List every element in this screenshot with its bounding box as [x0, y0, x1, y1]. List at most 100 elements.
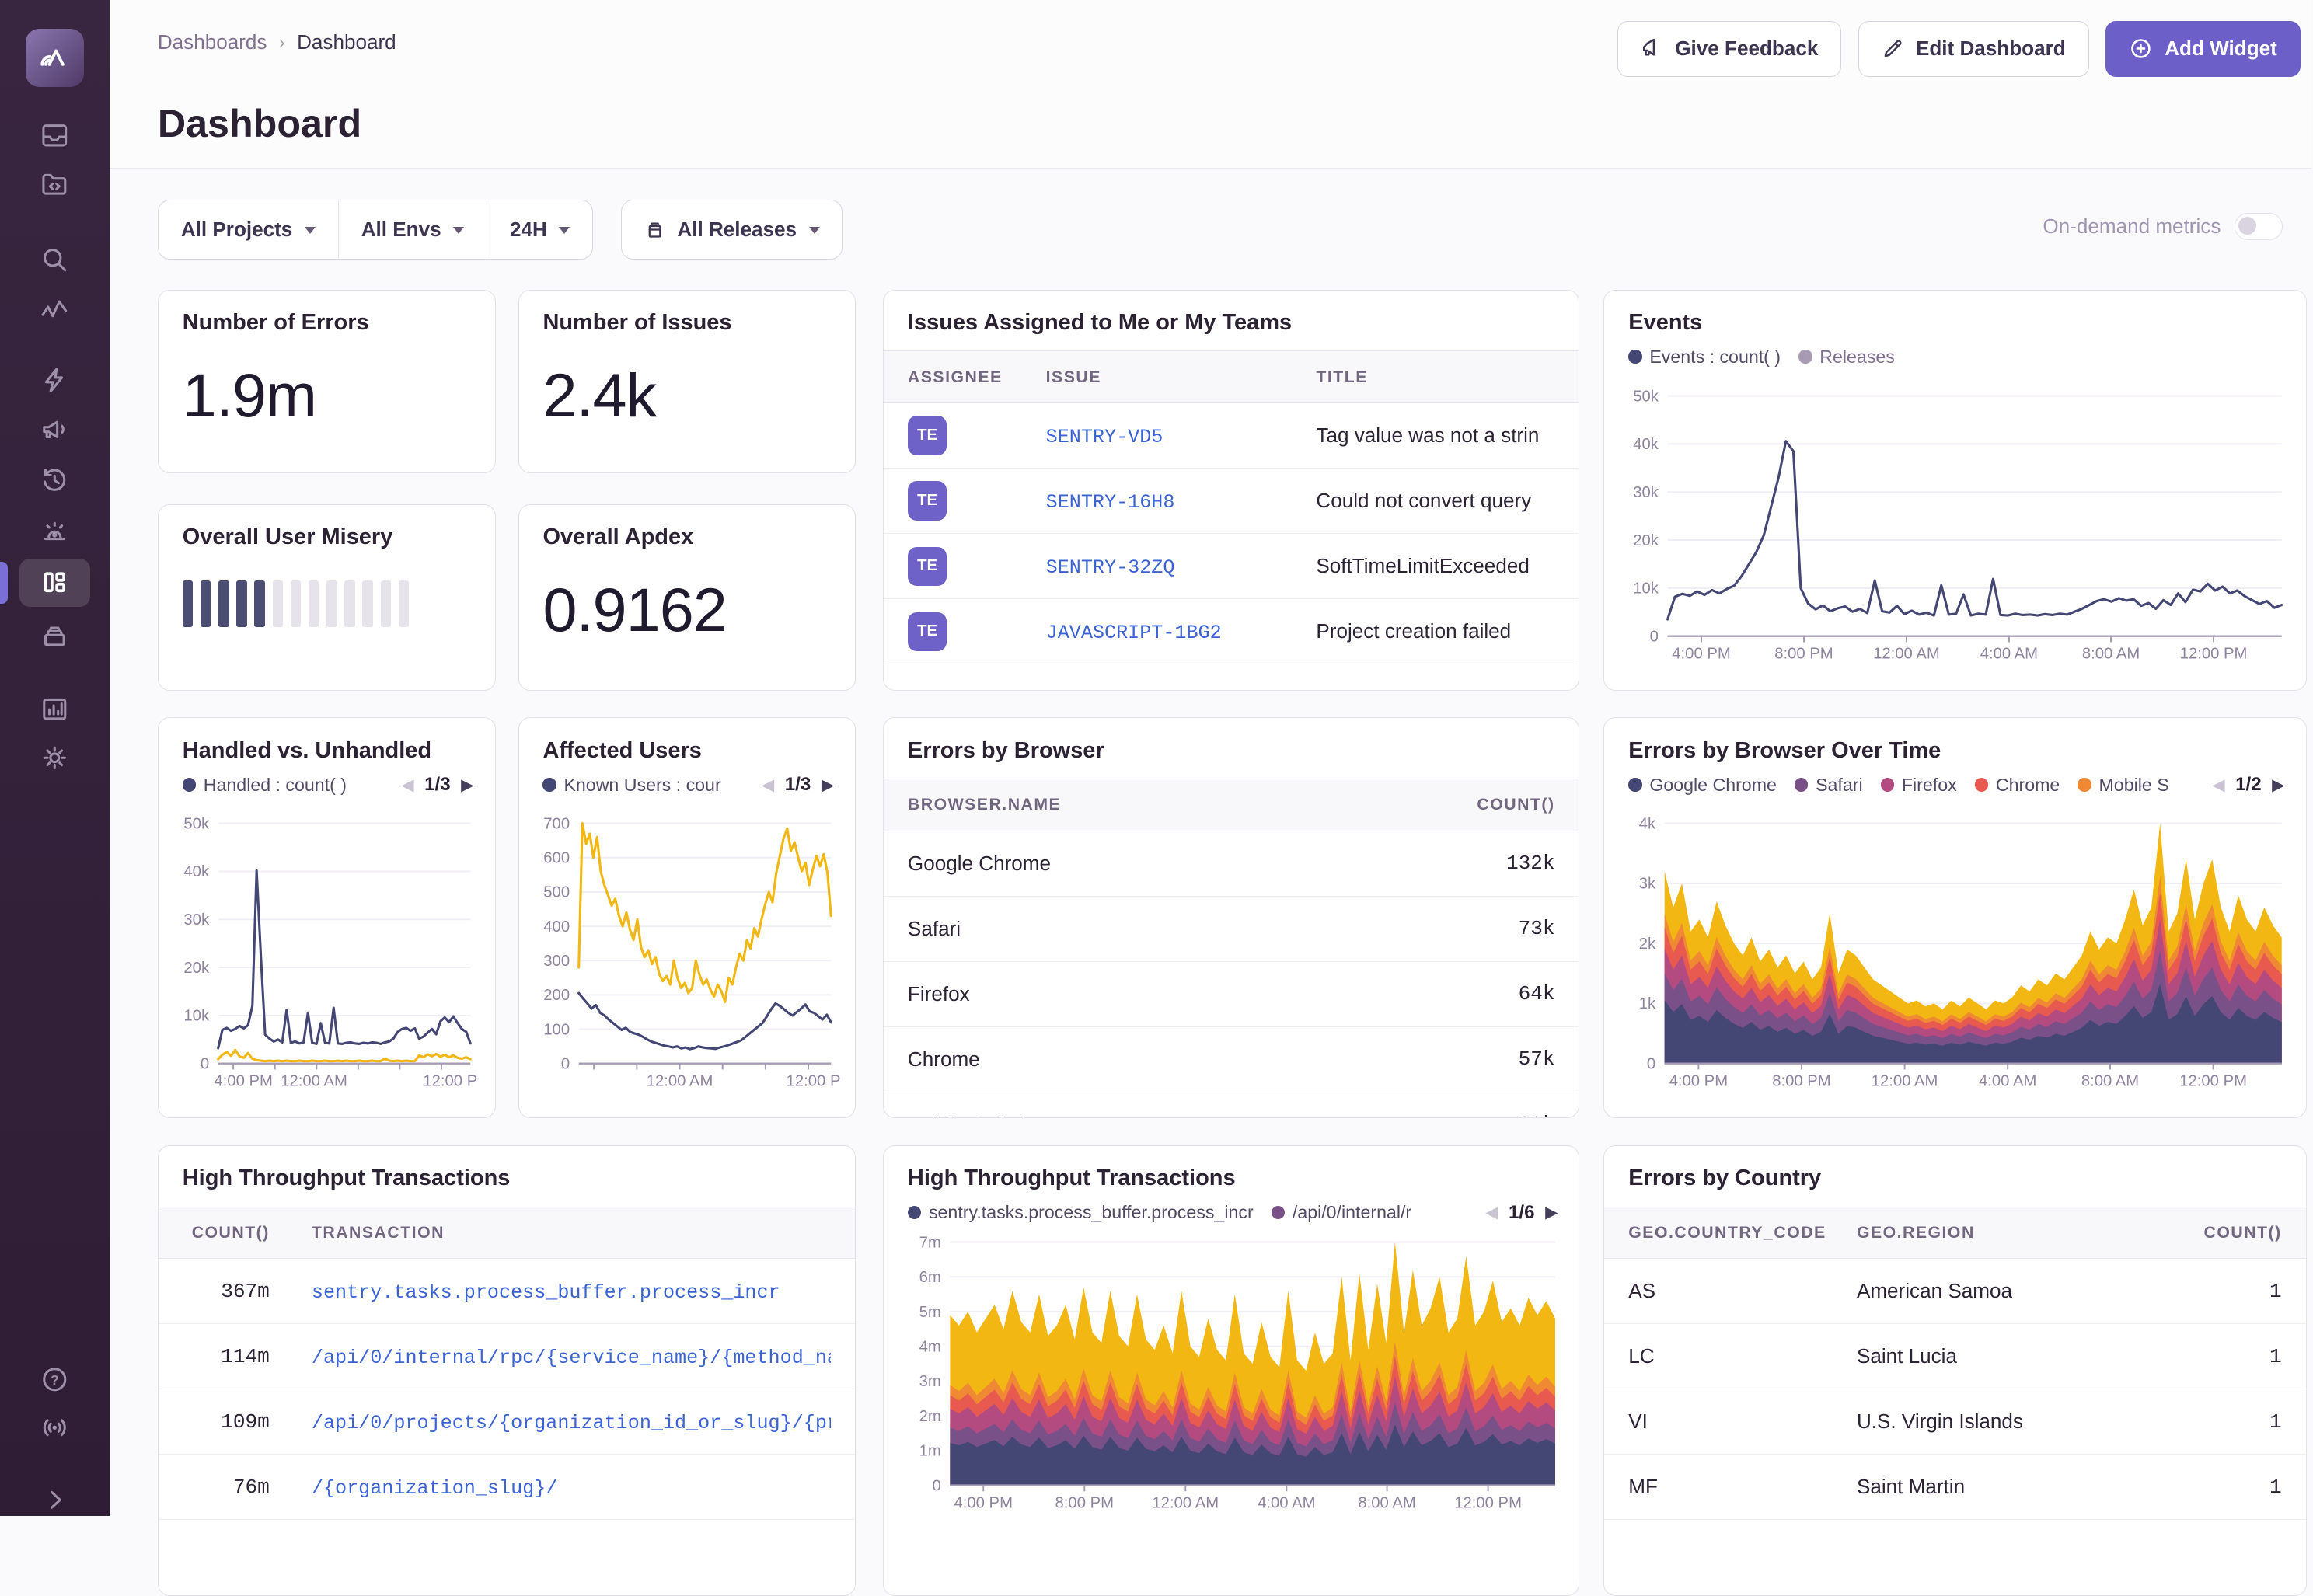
transaction-link[interactable]: /{organization_slug}/	[312, 1477, 557, 1500]
legend-mobile-safari[interactable]: Mobile S	[2078, 775, 2168, 796]
misery-score-bars	[159, 550, 495, 627]
project-filter[interactable]: All Projects	[159, 200, 338, 259]
col-title[interactable]: TITLE	[1316, 368, 1554, 387]
col-count[interactable]: COUNT()	[2192, 1223, 2282, 1242]
sidebar-item-quick-start[interactable]	[0, 354, 110, 406]
sidebar-item-help[interactable]: ?	[0, 1354, 110, 1406]
transaction-link[interactable]: /api/0/projects/{organization_id_or_slug…	[312, 1412, 831, 1434]
legend-process-incr[interactable]: sentry.tasks.process_buffer.process_incr	[908, 1202, 1254, 1223]
legend-label: sentry.tasks.process_buffer.process_incr	[929, 1202, 1254, 1223]
table-row: VI U.S. Virgin Islands 1	[1604, 1389, 2305, 1455]
col-browser-name[interactable]: BROWSER.NAME	[908, 795, 1417, 814]
svg-text:8:00 PM: 8:00 PM	[1774, 645, 1833, 662]
sidebar-item-settings[interactable]	[0, 733, 110, 784]
sidebar-item-explore[interactable]	[0, 234, 110, 285]
widget-title: Affected Users	[519, 718, 856, 763]
svg-text:4:00 AM: 4:00 AM	[1979, 1073, 2036, 1090]
misery-bar	[326, 580, 337, 627]
sidebar-item-projects[interactable]	[0, 159, 110, 211]
legend-safari[interactable]: Safari	[1795, 775, 1863, 796]
transaction-link[interactable]: /api/0/internal/rpc/{service_name}/{meth…	[312, 1347, 831, 1369]
pager-label: 1/6	[1509, 1202, 1535, 1224]
col-assignee[interactable]: ASSIGNEE	[908, 368, 1046, 387]
pager-next-icon[interactable]: ▶	[2272, 775, 2284, 795]
legend-label: /api/0/internal/r	[1293, 1202, 1411, 1223]
edit-dashboard-button[interactable]: Edit Dashboard	[1858, 21, 2089, 76]
widget-handled-vs-unhandled: Handled vs. Unhandled Handled : count( )…	[158, 717, 496, 1118]
legend-dot	[1881, 778, 1894, 791]
browser-name: Firefox	[908, 982, 1417, 1006]
col-issue[interactable]: ISSUE	[1046, 368, 1317, 387]
col-count[interactable]: COUNT()	[1417, 795, 1555, 814]
col-transaction[interactable]: TRANSACTION	[312, 1223, 831, 1242]
pager-next-icon[interactable]: ▶	[461, 775, 473, 795]
svg-text:12:00 AM: 12:00 AM	[1873, 645, 1940, 662]
history-clock-icon	[39, 465, 71, 497]
sentry-logo[interactable]	[26, 29, 84, 87]
breadcrumb-dashboard[interactable]: Dashboard	[297, 30, 396, 54]
table-row: TE SENTRY-32ZQ SoftTimeLimitExceeded	[884, 534, 1579, 599]
date-range-filter[interactable]: 24H	[487, 200, 592, 259]
chevron-down-icon	[453, 227, 464, 234]
issue-link[interactable]: JAVASCRIPT-1BG2	[1046, 622, 1222, 644]
legend-google-chrome[interactable]: Google Chrome	[1628, 775, 1777, 796]
issue-title: SoftTimeLimitExceeded	[1316, 554, 1554, 578]
sidebar-item-feedback[interactable]	[0, 404, 110, 455]
help-icon: ?	[39, 1364, 71, 1396]
sidebar-item-performance[interactable]	[0, 284, 110, 335]
col-count[interactable]: COUNT()	[183, 1223, 312, 1242]
svg-text:4k: 4k	[1639, 815, 1656, 832]
legend-known-users[interactable]: Known Users : cour	[542, 775, 720, 796]
widget-high-throughput-chart: High Throughput Transactions sentry.task…	[883, 1145, 1579, 1596]
add-widget-button[interactable]: Add Widget	[2105, 21, 2301, 76]
col-country-code[interactable]: GEO.COUNTRY_CODE	[1628, 1223, 1857, 1242]
sidebar-item-issues[interactable]	[0, 110, 110, 161]
sidebar-item-replays[interactable]	[0, 455, 110, 506]
pager-next-icon[interactable]: ▶	[822, 775, 834, 795]
widget-issues-assigned: Issues Assigned to Me or My Teams ASSIGN…	[883, 290, 1579, 691]
pager-prev-icon[interactable]: ◀	[1485, 1203, 1498, 1222]
chevron-right-icon	[40, 1486, 69, 1514]
sidebar-item-alerts[interactable]	[0, 506, 110, 557]
svg-text:1m: 1m	[919, 1443, 940, 1460]
country-region: American Samoa	[1857, 1279, 2192, 1303]
sidebar-item-stats[interactable]	[0, 683, 110, 734]
table-header: ASSIGNEE ISSUE TITLE	[884, 351, 1579, 403]
on-demand-metrics-toggle[interactable]	[2235, 213, 2283, 240]
sidebar-item-releases[interactable]	[0, 609, 110, 660]
legend-releases[interactable]: Releases	[1798, 347, 1895, 368]
widget-title: Overall User Misery	[159, 505, 495, 550]
sidebar-collapse-button[interactable]	[0, 1474, 110, 1525]
legend-chrome[interactable]: Chrome	[1975, 775, 2060, 796]
breadcrumb-dashboards[interactable]: Dashboards	[158, 30, 267, 54]
legend-dot	[1975, 778, 1988, 791]
misery-bar	[309, 580, 319, 627]
megaphone-icon	[1641, 37, 1663, 60]
pager-prev-icon[interactable]: ◀	[2212, 775, 2224, 795]
pager-prev-icon[interactable]: ◀	[401, 775, 413, 795]
legend-handled[interactable]: Handled : count( )	[183, 775, 347, 796]
country-count: 1	[2192, 1410, 2282, 1434]
misery-bar	[236, 580, 247, 627]
browser-count: 64k	[1417, 982, 1555, 1005]
chart-legend: Events : count( ) Releases	[1604, 336, 2305, 368]
legend-firefox[interactable]: Firefox	[1881, 775, 1957, 796]
give-feedback-button[interactable]: Give Feedback	[1617, 21, 1841, 76]
sidebar-item-dashboards[interactable]	[0, 557, 110, 608]
issue-link[interactable]: SENTRY-VD5	[1046, 426, 1163, 448]
transaction-link[interactable]: sentry.tasks.process_buffer.process_incr	[312, 1281, 780, 1304]
pager-next-icon[interactable]: ▶	[1545, 1203, 1558, 1222]
release-filter[interactable]: All Releases	[621, 200, 843, 260]
pager-prev-icon[interactable]: ◀	[762, 775, 774, 795]
legend-events[interactable]: Events : count( )	[1628, 347, 1781, 368]
svg-text:4:00 AM: 4:00 AM	[1980, 645, 2038, 662]
table-row: 109m /api/0/projects/{organization_id_or…	[159, 1389, 855, 1455]
col-region[interactable]: GEO.REGION	[1857, 1223, 2192, 1242]
issue-link[interactable]: SENTRY-32ZQ	[1046, 556, 1175, 579]
sidebar-item-whats-new[interactable]	[0, 1402, 110, 1453]
environment-filter[interactable]: All Envs	[338, 200, 487, 259]
browser-table: BROWSER.NAME COUNT() Google Chrome 132k …	[884, 779, 1579, 1118]
svg-text:12:00 PM: 12:00 PM	[2180, 645, 2248, 662]
legend-api-internal[interactable]: /api/0/internal/r	[1272, 1202, 1411, 1223]
issue-link[interactable]: SENTRY-16H8	[1046, 491, 1175, 514]
